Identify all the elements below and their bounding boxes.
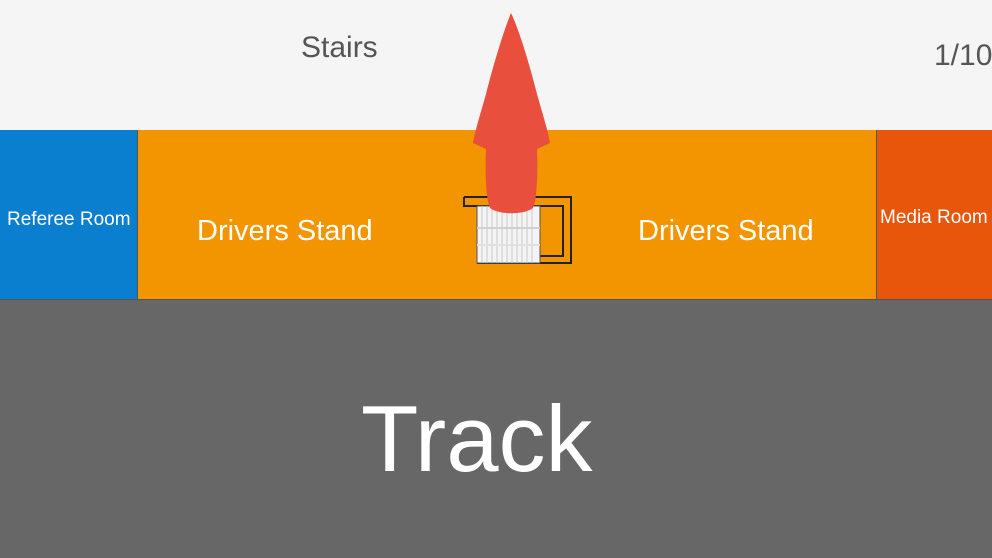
drivers-stand-right-label: Drivers Stand: [638, 215, 814, 247]
media-room-label: Media Room: [880, 207, 988, 228]
drivers-stand-left-label: Drivers Stand: [197, 215, 373, 247]
slide-number: 1/10: [934, 39, 992, 72]
track-label: Track: [361, 386, 593, 491]
stairs-label: Stairs: [301, 31, 378, 64]
referee-room-label: Referee Room: [7, 209, 131, 230]
red-up-arrow-icon: [473, 13, 550, 214]
venue-diagram: Stairs 1/10 Referee Room Drivers Stand D…: [0, 0, 992, 558]
